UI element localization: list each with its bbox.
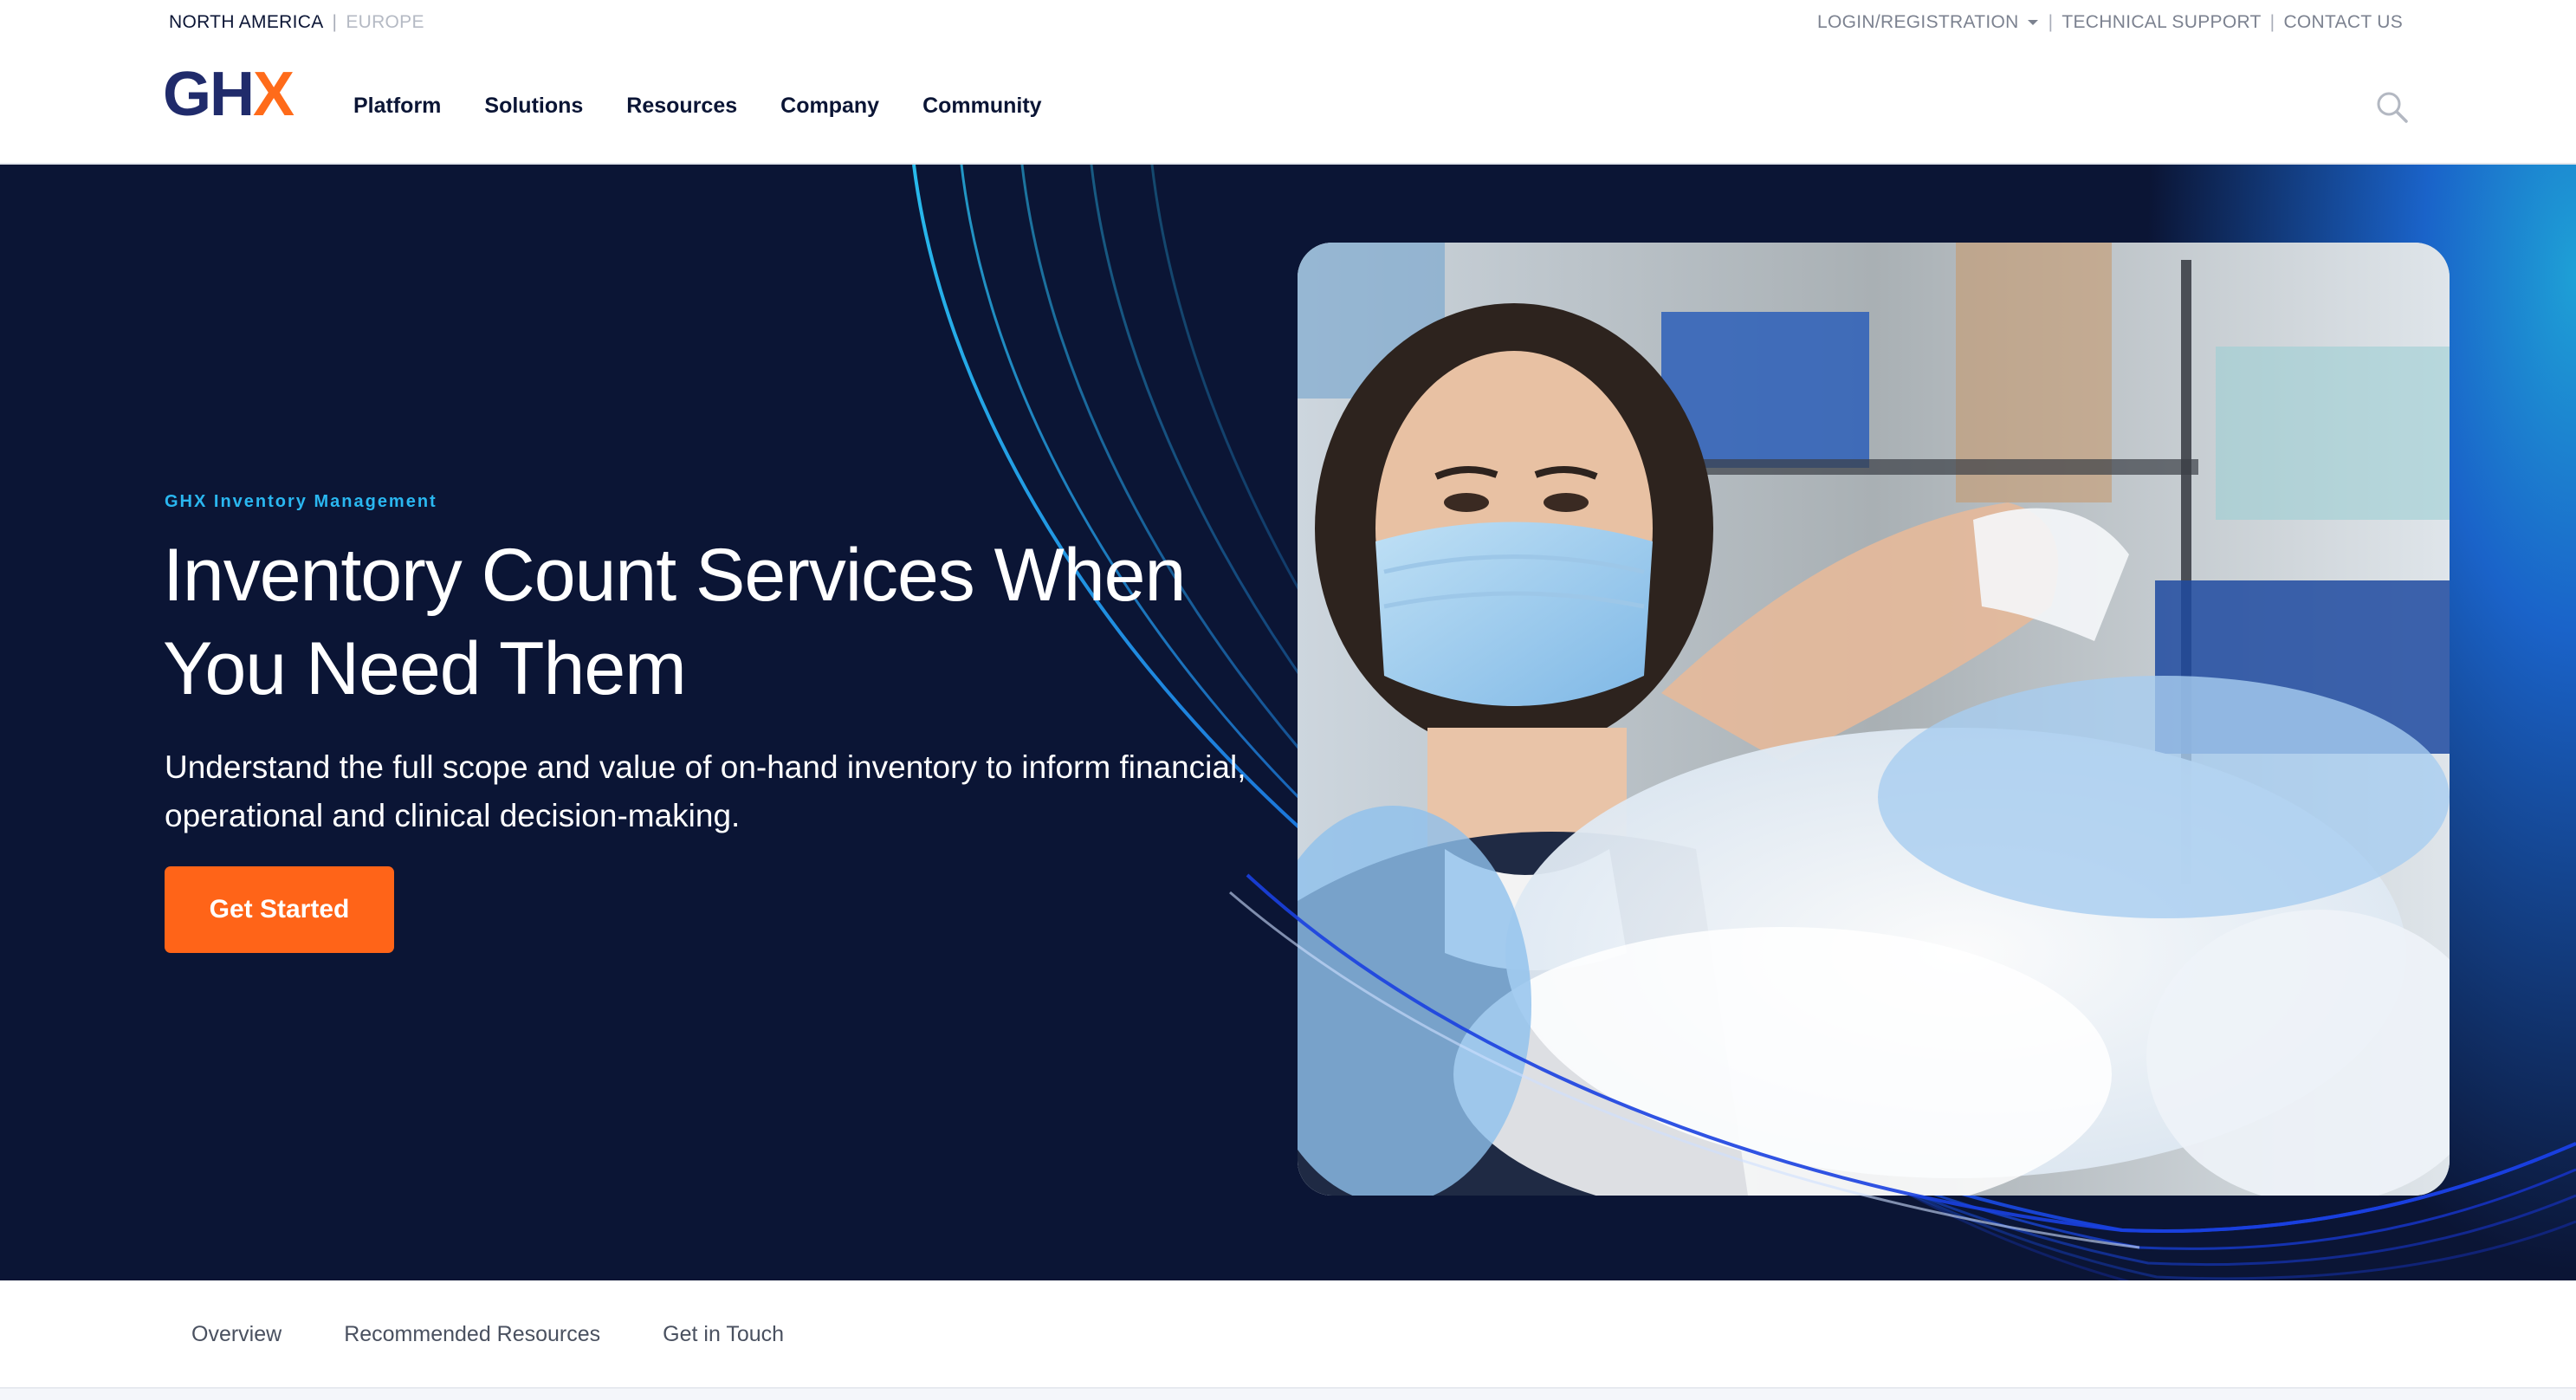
ghx-logo[interactable]: GH X	[163, 63, 294, 126]
utility-bar: NORTH AMERICA | EUROPE LOGIN/REGISTRATIO…	[0, 0, 2576, 45]
utility-separator: |	[2269, 12, 2275, 32]
hero-section: GHX Inventory Management Inventory Count…	[0, 165, 2576, 1280]
utility-links: LOGIN/REGISTRATION | TECHNICAL SUPPORT |…	[1817, 12, 2403, 33]
sub-nav-items: Overview Recommended Resources Get in To…	[191, 1322, 784, 1347]
sub-nav-recommended-resources[interactable]: Recommended Resources	[344, 1322, 600, 1347]
utility-separator: |	[2048, 12, 2054, 32]
nav-item-community[interactable]: Community	[922, 94, 1042, 119]
technical-support-link[interactable]: TECHNICAL SUPPORT	[2061, 12, 2261, 33]
search-icon	[2377, 92, 2408, 123]
hero-eyebrow: GHX Inventory Management	[165, 492, 437, 511]
nav-item-platform[interactable]: Platform	[353, 94, 441, 119]
page-content-edge	[0, 1389, 2576, 1400]
hero-photo	[1298, 243, 2450, 1196]
nav-item-resources[interactable]: Resources	[626, 94, 737, 119]
hero-photo-illustration	[1298, 243, 2450, 1196]
logo-accent: X	[253, 60, 294, 129]
hero-subtitle: Understand the full scope and value of o…	[165, 749, 1246, 833]
nav-item-company[interactable]: Company	[780, 94, 879, 119]
region-europe-link[interactable]: EUROPE	[346, 12, 424, 33]
region-switcher: NORTH AMERICA | EUROPE	[169, 12, 424, 33]
primary-nav: Platform Solutions Resources Company Com…	[353, 94, 1042, 119]
login-registration-link[interactable]: LOGIN/REGISTRATION	[1817, 12, 2019, 33]
region-north-america-link[interactable]: NORTH AMERICA	[169, 12, 324, 33]
caret-down-icon[interactable]	[2027, 20, 2038, 25]
sub-nav-overview[interactable]: Overview	[191, 1322, 282, 1347]
page-sub-nav: Overview Recommended Resources Get in To…	[0, 1280, 2576, 1389]
region-separator: |	[332, 12, 338, 32]
sub-nav-get-in-touch[interactable]: Get in Touch	[663, 1322, 784, 1347]
get-started-button[interactable]: Get Started	[165, 866, 394, 953]
nav-item-solutions[interactable]: Solutions	[484, 94, 583, 119]
logo-text: GH	[163, 60, 255, 129]
hero-title: Inventory Count Services When You Need T…	[163, 534, 1186, 710]
main-nav: GH X Platform Solutions Resources Company…	[0, 45, 2576, 165]
search-button[interactable]	[2375, 90, 2410, 125]
contact-us-link[interactable]: CONTACT US	[2283, 12, 2403, 33]
